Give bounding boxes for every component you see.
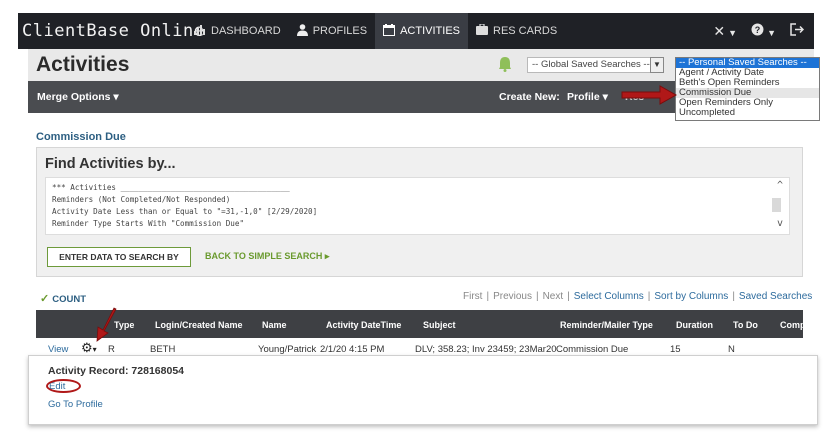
criteria-line: Activity Date Less than or Equal to "=31… [52, 207, 318, 216]
nav-dashboard[interactable]: DASHBOARD [186, 13, 289, 49]
cell-subject: DLV; 358.23; Inv 23459; 23Mar20 [415, 344, 557, 355]
scroll-up-icon[interactable]: ^ [777, 180, 783, 192]
results-table-header: Type Login/Created Name Name Activity Da… [36, 310, 806, 338]
sort-by-columns-link[interactable]: Sort by Columns [654, 291, 728, 302]
col-comp[interactable]: Comp [780, 320, 806, 330]
activity-record-title: Activity Record: 728168054 [48, 365, 184, 377]
nav-profiles[interactable]: PROFILES [289, 13, 375, 49]
nav-activities-label: ACTIVITIES [400, 25, 460, 37]
annotation-circle [46, 379, 81, 393]
annotation-arrow-icon [621, 85, 678, 105]
count-link[interactable]: ✓ COUNT [40, 292, 86, 305]
col-reminder-type[interactable]: Reminder/Mailer Type [560, 320, 653, 330]
scroll-down-icon[interactable]: v [777, 218, 783, 230]
find-activities-title: Find Activities by... [45, 156, 176, 172]
cell-type: R [108, 344, 115, 355]
nav-res-cards[interactable]: RES CARDS [468, 13, 565, 49]
bar-chart-icon [194, 24, 206, 38]
nav-profiles-label: PROFILES [312, 25, 368, 37]
cell-duration: 15 [670, 344, 681, 355]
nav-dashboard-label: DASHBOARD [211, 25, 281, 37]
create-profile-dropdown[interactable]: Profile ▾ [567, 91, 608, 103]
view-link[interactable]: View [48, 344, 68, 355]
cell-todo: N [728, 344, 735, 355]
select-columns-link[interactable]: Select Columns [574, 291, 644, 302]
cell-name: Young/Patrick [258, 344, 317, 355]
cell-datetime: 2/1/20 4:15 PM [320, 344, 385, 355]
gear-icon[interactable]: ⚙▾ [81, 340, 97, 356]
pager-previous[interactable]: Previous [493, 291, 532, 302]
criteria-line: *** Activities _________________________… [52, 183, 290, 192]
help-icon[interactable]: ? ▼ [751, 23, 776, 39]
scrollbar-thumb[interactable] [772, 198, 781, 212]
col-duration[interactable]: Duration [676, 320, 713, 330]
nav-res-cards-label: RES CARDS [493, 25, 558, 37]
activity-record-popup: Activity Record: 728168054 Edit Go To Pr… [28, 355, 818, 425]
svg-text:?: ? [755, 25, 761, 35]
calendar-icon [383, 23, 396, 39]
global-saved-searches-select[interactable]: -- Global Saved Searches -- [527, 57, 664, 73]
col-todo[interactable]: To Do [733, 320, 758, 330]
personal-saved-searches-list[interactable]: -- Personal Saved Searches -- Agent / Ac… [675, 57, 820, 121]
col-name[interactable]: Name [262, 320, 287, 330]
merge-options-button[interactable]: Merge Options ▾ [37, 91, 119, 103]
search-criteria-box[interactable]: *** Activities _________________________… [45, 177, 790, 235]
pss-option[interactable]: Uncompleted [676, 108, 819, 118]
col-datetime[interactable]: Activity DateTime [326, 320, 401, 330]
suitcase-icon [476, 23, 488, 38]
logout-icon[interactable] [790, 23, 805, 39]
nav-activities[interactable]: ACTIVITIES [375, 13, 468, 49]
app-logo[interactable]: ClientBase Online [22, 21, 204, 41]
pager-first[interactable]: First [463, 291, 482, 302]
page-title: Activities [36, 53, 130, 76]
criteria-line: Reminders (Not Completed/Not Responded) [52, 195, 231, 204]
pager: First | Previous | Next | Select Columns | Sort … [463, 291, 813, 302]
pager-next[interactable]: Next [543, 291, 564, 302]
find-activities-panel: Find Activities by... *** Activities ___… [36, 147, 803, 277]
col-login[interactable]: Login/Created Name [155, 320, 243, 330]
tools-icon[interactable]: ✕ ▼ [713, 23, 737, 40]
back-to-simple-search-link[interactable]: BACK TO SIMPLE SEARCH ▸ [205, 251, 329, 262]
bell-icon[interactable] [498, 56, 512, 72]
go-to-profile-link[interactable]: Go To Profile [48, 399, 103, 410]
saved-search-title: Commission Due [36, 131, 126, 143]
nav-right-tools: ✕ ▼ ? ▼ [713, 23, 805, 40]
top-navbar: ClientBase Online DASHBOARD PROFILES ACT… [18, 13, 814, 49]
annotation-arrow-icon [96, 307, 117, 342]
saved-searches-link[interactable]: Saved Searches [739, 291, 812, 302]
person-icon [296, 23, 308, 39]
check-icon: ✓ [40, 293, 50, 305]
criteria-line: Reminder Type Starts With "Commission Du… [52, 219, 245, 228]
create-new-label: Create New: [499, 91, 560, 103]
cell-reminder-type: Commission Due [556, 344, 629, 355]
global-select-arrow[interactable]: ▼ [650, 57, 664, 73]
col-subject[interactable]: Subject [423, 320, 456, 330]
enter-data-button[interactable]: ENTER DATA TO SEARCH BY [47, 247, 191, 267]
cell-login: BETH [150, 344, 176, 355]
